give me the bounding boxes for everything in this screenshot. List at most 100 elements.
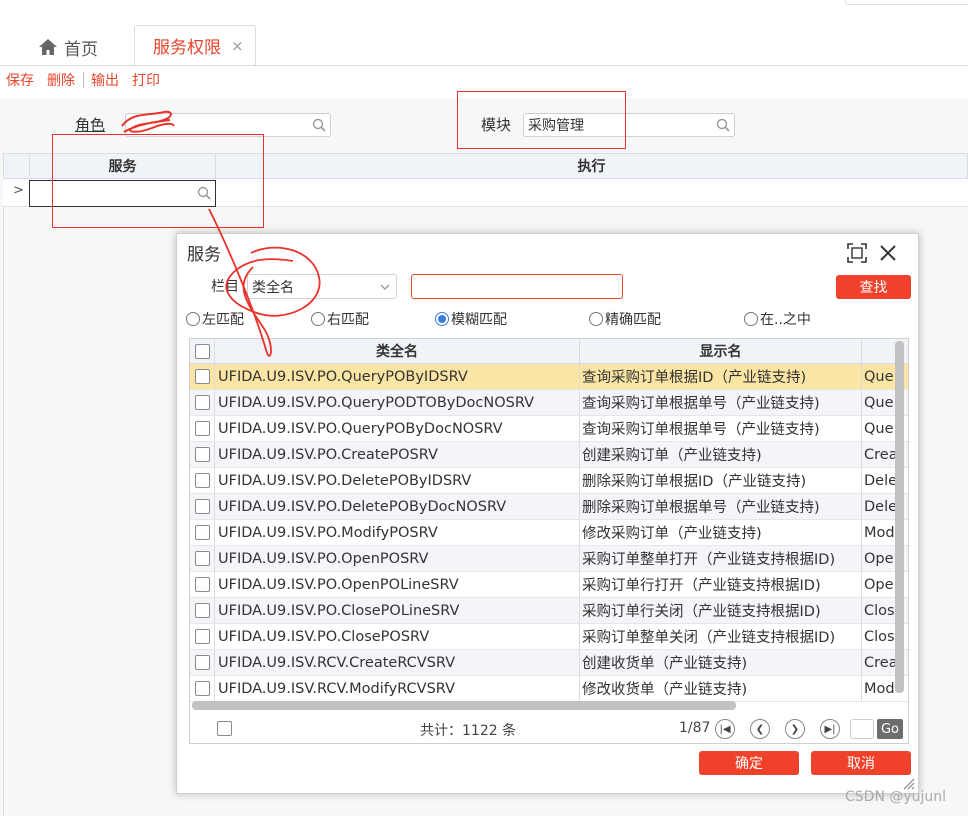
cell-display-name: 修改采购订单（产业链支持) bbox=[580, 520, 862, 545]
cell-class-name: UFIDA.U9.ISV.PO.ModifyPOSRV bbox=[215, 520, 580, 545]
table-row[interactable]: UFIDA.U9.ISV.PO.ClosePOLineSRV 采购订单行关闭（产业… bbox=[190, 598, 908, 624]
cancel-button[interactable]: 取消 bbox=[811, 751, 911, 775]
table-row[interactable]: UFIDA.U9.ISV.PO.ModifyPOSRV 修改采购订单（产业链支持)… bbox=[190, 520, 908, 546]
radio-fuzzy-match[interactable]: 模糊匹配 bbox=[435, 309, 507, 329]
radio-label: 在..之中 bbox=[760, 312, 811, 328]
page-input[interactable] bbox=[850, 719, 874, 739]
radio-circle-checked bbox=[435, 312, 449, 326]
row-checkbox-cell bbox=[190, 572, 215, 597]
cell-class-name: UFIDA.U9.ISV.PO.ClosePOSRV bbox=[215, 624, 580, 649]
radio-circle bbox=[744, 312, 758, 326]
cell-class-name: UFIDA.U9.ISV.RCV.ModifyRCVSRV bbox=[215, 676, 580, 701]
header-display-name[interactable]: 显示名 bbox=[580, 339, 862, 363]
table-row[interactable]: UFIDA.U9.ISV.PO.CreatePOSRV 创建采购订单（产业链支持)… bbox=[190, 442, 908, 468]
row-checkbox[interactable] bbox=[194, 473, 210, 488]
row-checkbox[interactable] bbox=[194, 525, 210, 540]
radio-exact-match[interactable]: 精确匹配 bbox=[589, 309, 661, 329]
radio-label: 精确匹配 bbox=[605, 312, 661, 328]
close-icon[interactable]: × bbox=[231, 37, 244, 55]
cell-display-name: 删除采购订单根据单号（产业链支持) bbox=[580, 494, 862, 519]
row-checkbox-cell bbox=[190, 676, 215, 701]
cell-display-name: 采购订单行关闭（产业链支持根据ID) bbox=[580, 598, 862, 623]
row-checkbox-cell bbox=[190, 494, 215, 519]
print-button[interactable]: 打印 bbox=[132, 70, 160, 90]
cell-class-name: UFIDA.U9.ISV.PO.OpenPOSRV bbox=[215, 546, 580, 571]
row-checkbox[interactable] bbox=[194, 603, 210, 618]
radio-in-range[interactable]: 在..之中 bbox=[744, 309, 811, 329]
row-checkbox-cell bbox=[190, 546, 215, 571]
table-row[interactable]: UFIDA.U9.ISV.PO.OpenPOLineSRV 采购订单行打开（产业链… bbox=[190, 572, 908, 598]
go-button[interactable]: Go bbox=[877, 719, 903, 739]
table-row[interactable]: UFIDA.U9.ISV.PO.QueryPOByDocNOSRV 查询采购订单根… bbox=[190, 416, 908, 442]
tab-divider bbox=[0, 65, 968, 66]
row-checkbox[interactable] bbox=[194, 499, 210, 514]
radio-circle bbox=[589, 312, 603, 326]
tab-service-permission-label: 服务权限 bbox=[153, 38, 221, 58]
row-checkbox[interactable] bbox=[194, 655, 210, 670]
row-checkbox-cell bbox=[190, 624, 215, 649]
grid-header-execute: 执行 bbox=[577, 159, 606, 175]
footer-checkbox[interactable] bbox=[217, 721, 232, 736]
first-page-icon[interactable]: |◀ bbox=[715, 719, 735, 739]
cell-display-name: 采购订单整单打开（产业链支持根据ID) bbox=[580, 546, 862, 571]
row-checkbox[interactable] bbox=[194, 629, 210, 644]
last-page-icon[interactable]: ▶| bbox=[820, 719, 840, 739]
cell-class-name: UFIDA.U9.ISV.PO.DeletePOByIDSRV bbox=[215, 468, 580, 493]
row-checkbox[interactable] bbox=[194, 577, 210, 592]
table-row[interactable]: UFIDA.U9.ISV.PO.DeletePOByIDSRV 删除采购订单根据I… bbox=[190, 468, 908, 494]
radio-label: 模糊匹配 bbox=[451, 312, 507, 328]
table-row[interactable]: UFIDA.U9.ISV.RCV.ModifyRCVSRV 修改收货单（产业链支持… bbox=[190, 676, 908, 702]
annotation-box-module bbox=[457, 91, 626, 149]
row-checkbox[interactable] bbox=[194, 395, 210, 410]
row-checkbox[interactable] bbox=[194, 447, 210, 462]
row-checkbox[interactable] bbox=[194, 681, 210, 696]
cell-display-name: 修改收货单（产业链支持) bbox=[580, 676, 862, 701]
prev-page-icon[interactable]: ❮ bbox=[750, 719, 770, 739]
table-row[interactable]: UFIDA.U9.ISV.RCV.CreateRCVSRV 创建收货单（产业链支持… bbox=[190, 650, 908, 676]
chevron-down-icon bbox=[380, 284, 390, 290]
next-page-icon[interactable]: ❯ bbox=[785, 719, 805, 739]
close-icon[interactable] bbox=[879, 244, 897, 262]
horizontal-scrollbar[interactable] bbox=[192, 701, 736, 710]
search-icon[interactable] bbox=[312, 118, 326, 132]
home-icon bbox=[39, 39, 57, 55]
cell-class-name: UFIDA.U9.ISV.PO.QueryPODTOByDocNOSRV bbox=[215, 390, 580, 415]
row-checkbox-cell bbox=[190, 520, 215, 545]
toolbar: 保存 删除 输出 打印 bbox=[6, 70, 173, 90]
find-button[interactable]: 查找 bbox=[836, 275, 911, 299]
search-input[interactable] bbox=[411, 274, 623, 299]
row-checkbox[interactable] bbox=[194, 421, 210, 436]
table-row[interactable]: UFIDA.U9.ISV.PO.ClosePOSRV 采购订单整单关闭（产业链支持… bbox=[190, 624, 908, 650]
table-row[interactable]: UFIDA.U9.ISV.PO.OpenPOSRV 采购订单整单打开（产业链支持根… bbox=[190, 546, 908, 572]
vertical-scrollbar[interactable] bbox=[895, 341, 904, 693]
cell-display-name: 查询采购订单根据单号（产业链支持) bbox=[580, 390, 862, 415]
cell-class-name: UFIDA.U9.ISV.PO.ClosePOLineSRV bbox=[215, 598, 580, 623]
ok-button[interactable]: 确定 bbox=[699, 751, 799, 775]
page-indicator: 1/87 bbox=[679, 720, 711, 736]
search-icon[interactable] bbox=[716, 118, 730, 132]
cell-class-name: UFIDA.U9.ISV.RCV.CreateRCVSRV bbox=[215, 650, 580, 675]
save-button[interactable]: 保存 bbox=[6, 70, 34, 90]
cell-class-name: UFIDA.U9.ISV.PO.DeletePOByDocNOSRV bbox=[215, 494, 580, 519]
total-count: 共计：1122 条 bbox=[420, 723, 517, 739]
row-checkbox[interactable] bbox=[194, 551, 210, 566]
row-checkbox[interactable] bbox=[194, 369, 210, 384]
row-checkbox-cell bbox=[190, 390, 215, 415]
tab-service-permission[interactable]: 服务权限 × bbox=[134, 25, 256, 66]
service-table: 类全名 显示名 UFIDA.U9.ISV.PO.QueryPOByIDSRV 查询… bbox=[189, 338, 909, 744]
cell-display-name: 查询采购订单根据单号（产业链支持) bbox=[580, 416, 862, 441]
maximize-icon[interactable] bbox=[847, 243, 867, 263]
delete-button[interactable]: 删除 bbox=[47, 70, 75, 90]
cell-class-name: UFIDA.U9.ISV.PO.OpenPOLineSRV bbox=[215, 572, 580, 597]
table-row[interactable]: UFIDA.U9.ISV.PO.DeletePOByDocNOSRV 删除采购订单… bbox=[190, 494, 908, 520]
tab-home[interactable]: 首页 bbox=[38, 34, 98, 60]
row-checkbox-cell bbox=[190, 650, 215, 675]
top-right-box bbox=[845, 0, 968, 5]
table-row[interactable]: UFIDA.U9.ISV.PO.QueryPOByIDSRV 查询采购订单根据ID… bbox=[190, 364, 908, 390]
freehand-annotation bbox=[208, 208, 321, 357]
table-row[interactable]: UFIDA.U9.ISV.PO.QueryPODTOByDocNOSRV 查询采购… bbox=[190, 390, 908, 416]
toolbar-separator bbox=[83, 72, 84, 88]
watermark: CSDN @yujunl bbox=[845, 789, 947, 805]
cell-display-name: 创建采购订单（产业链支持) bbox=[580, 442, 862, 467]
export-button[interactable]: 输出 bbox=[91, 70, 119, 90]
